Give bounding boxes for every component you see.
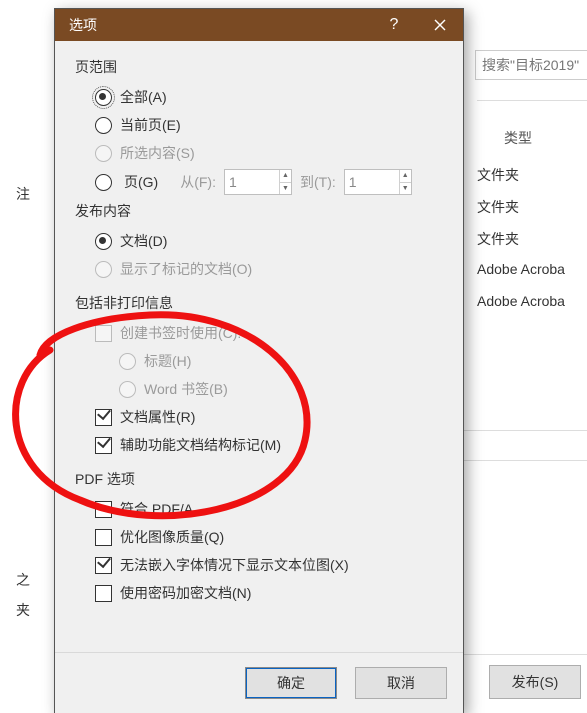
help-button[interactable]: ? (371, 9, 417, 41)
radio-icon (119, 353, 136, 370)
list-item: 文件夹 (477, 165, 587, 185)
dialog-footer: 确定 取消 (55, 652, 463, 713)
chk-image-quality-label: 优化图像质量(Q) (120, 527, 224, 547)
titlebar: 选项 ? (55, 9, 463, 41)
section-nonprint: 包括非打印信息 (75, 293, 443, 313)
radio-selection-label: 所选内容(S) (120, 143, 195, 163)
cancel-button-label: 取消 (387, 673, 415, 693)
close-button[interactable] (417, 9, 463, 41)
chk-accessibility-label: 辅助功能文档结构标记(M) (120, 435, 281, 455)
section-pdf-options: PDF 选项 (75, 469, 443, 489)
section-page-range: 页范围 (75, 57, 443, 77)
text-fragment: 之 (0, 570, 30, 590)
chk-image-quality[interactable]: 优化图像质量(Q) (95, 525, 443, 549)
radio-selection: 所选内容(S) (95, 141, 443, 165)
chk-bitmap[interactable]: 无法嵌入字体情况下显示文本位图(X) (95, 553, 443, 577)
to-label: 到(T): (300, 172, 336, 192)
checkbox-icon (95, 437, 112, 454)
checkbox-icon (95, 557, 112, 574)
radio-document[interactable]: 文档(D) (95, 229, 443, 253)
ok-button[interactable]: 确定 (245, 667, 337, 699)
radio-icon (95, 261, 112, 278)
list-item: Adobe Acroba (477, 261, 587, 277)
radio-word-bookmarks-label: Word 书签(B) (144, 379, 228, 399)
chk-encrypt[interactable]: 使用密码加密文档(N) (95, 581, 443, 605)
chk-encrypt-label: 使用密码加密文档(N) (120, 583, 251, 603)
list-item: 文件夹 (477, 229, 587, 249)
from-label: 从(F): (180, 172, 216, 192)
chk-doc-props[interactable]: 文档属性(R) (95, 405, 443, 429)
radio-icon (95, 174, 112, 191)
radio-current-label: 当前页(E) (120, 115, 181, 135)
radio-all-label: 全部(A) (120, 87, 167, 107)
checkbox-icon (95, 409, 112, 426)
chk-pdfa[interactable]: 符合 PDF/A (95, 497, 443, 521)
ok-button-label: 确定 (277, 673, 305, 693)
dialog-body: 页范围 全部(A) 当前页(E) 所选内容(S) 页(G) 从(F): ▲▼ 到… (55, 41, 463, 652)
options-dialog: 选项 ? 页范围 全部(A) 当前页(E) 所选内容(S) 页(G) 从(F): (54, 8, 464, 713)
from-input[interactable] (225, 170, 279, 194)
checkbox-icon (95, 501, 112, 518)
chk-accessibility[interactable]: 辅助功能文档结构标记(M) (95, 433, 443, 457)
radio-current-page[interactable]: 当前页(E) (95, 113, 443, 137)
search-placeholder: 搜索"目标2019" (482, 55, 579, 75)
radio-word-bookmarks: Word 书签(B) (119, 377, 443, 401)
text-fragment: 夹 (0, 600, 30, 620)
chk-create-bookmarks: 创建书签时使用(C): (95, 321, 443, 345)
publish-button[interactable]: 发布(S) (489, 665, 581, 699)
to-input[interactable] (345, 170, 399, 194)
divider (457, 430, 587, 431)
search-input[interactable]: 搜索"目标2019" (475, 50, 587, 80)
radio-all[interactable]: 全部(A) (95, 85, 443, 109)
chevron-up-icon: ▲ (400, 170, 411, 183)
publish-button-label: 发布(S) (512, 672, 559, 692)
checkbox-icon (95, 585, 112, 602)
chevron-down-icon: ▼ (280, 183, 291, 195)
list-item: 文件夹 (477, 197, 587, 217)
divider (457, 460, 587, 461)
divider (477, 100, 587, 101)
chevron-down-icon: ▼ (400, 183, 411, 195)
chevron-up-icon: ▲ (280, 170, 291, 183)
help-icon: ? (390, 16, 399, 34)
radio-icon (95, 117, 112, 134)
chk-doc-props-label: 文档属性(R) (120, 407, 195, 427)
radio-markup: 显示了标记的文档(O) (95, 257, 443, 281)
radio-icon (95, 89, 112, 106)
section-publish-what: 发布内容 (75, 201, 443, 221)
to-spin[interactable]: ▲▼ (344, 169, 412, 195)
list-item: Adobe Acroba (477, 293, 587, 309)
spin-arrows[interactable]: ▲▼ (399, 170, 411, 194)
radio-icon (95, 145, 112, 162)
chk-bitmap-label: 无法嵌入字体情况下显示文本位图(X) (120, 555, 349, 575)
spin-arrows[interactable]: ▲▼ (279, 170, 291, 194)
checkbox-icon (95, 325, 112, 342)
text-fragment: 注 (0, 184, 30, 204)
checkbox-icon (95, 529, 112, 546)
radio-markup-label: 显示了标记的文档(O) (120, 259, 252, 279)
dialog-title: 选项 (69, 15, 97, 35)
from-spin[interactable]: ▲▼ (224, 169, 292, 195)
chk-create-bookmarks-label: 创建书签时使用(C): (120, 323, 241, 343)
radio-icon (95, 233, 112, 250)
cancel-button[interactable]: 取消 (355, 667, 447, 699)
radio-headings: 标题(H) (119, 349, 443, 373)
radio-pages-label: 页(G) (124, 172, 158, 192)
radio-pages-row[interactable]: 页(G) 从(F): ▲▼ 到(T): ▲▼ (95, 169, 443, 195)
radio-icon (119, 381, 136, 398)
radio-document-label: 文档(D) (120, 231, 167, 251)
close-icon (434, 19, 446, 31)
column-header-type: 类型 (504, 128, 532, 148)
chk-pdfa-label: 符合 PDF/A (120, 499, 193, 519)
divider (462, 654, 587, 655)
radio-headings-label: 标题(H) (144, 351, 191, 371)
